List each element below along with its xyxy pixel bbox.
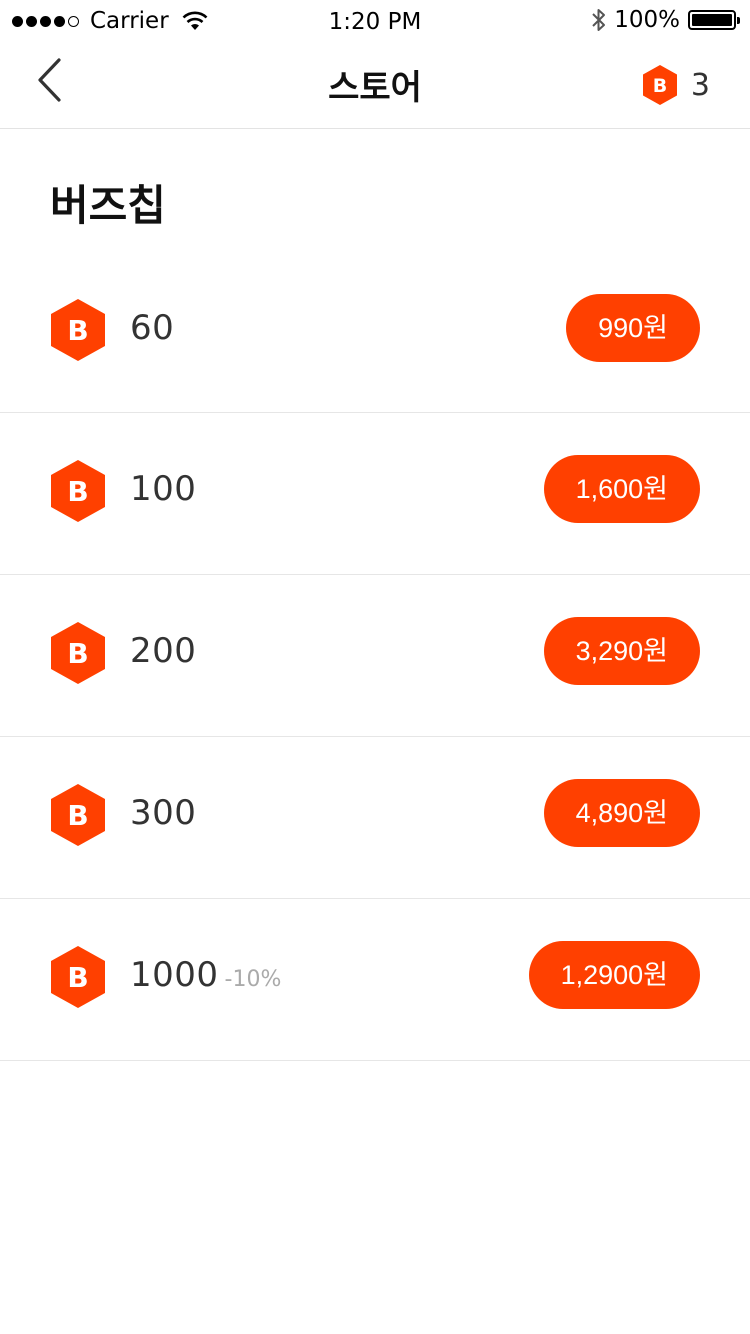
buy-button[interactable]: 3,290원 <box>543 617 700 685</box>
chip-amount-value: 100 <box>130 469 197 509</box>
buy-button[interactable]: 990원 <box>566 294 700 362</box>
chip-amount-value: 300 <box>130 793 197 833</box>
chip-amount-value: 1000 <box>130 955 219 995</box>
battery-icon <box>688 10 740 30</box>
b-hexagon-letter: B <box>653 75 667 97</box>
status-bar: Carrier 1:20 PM 100% <box>0 0 750 40</box>
buy-button[interactable]: 1,2900원 <box>528 941 700 1009</box>
chip-amount: 300 <box>130 793 202 833</box>
b-hexagon-icon: B <box>51 784 105 846</box>
b-hexagon-letter: B <box>67 314 88 347</box>
product-row: B 60 990원 <box>0 252 750 413</box>
chip-balance: B 3 <box>641 64 710 106</box>
b-hexagon-letter: B <box>67 475 88 508</box>
battery-percent: 100% <box>614 7 680 33</box>
page-title: 스토어 <box>328 68 422 108</box>
status-right: 100% <box>590 7 740 33</box>
b-hexagon-icon: B <box>51 946 105 1008</box>
buy-button[interactable]: 4,890원 <box>543 779 700 847</box>
balance-count: 3 <box>690 67 710 103</box>
product-row: B 200 3,290원 <box>0 575 750 737</box>
b-hexagon-icon: B <box>642 65 677 105</box>
product-row: B 100 1,600원 <box>0 413 750 575</box>
chip-amount: 100 <box>130 469 202 509</box>
b-hexagon-letter: B <box>67 637 88 670</box>
chip-amount-value: 200 <box>130 631 197 671</box>
product-row: B 300 4,890원 <box>0 737 750 899</box>
product-row: B 1000 -10% 1,2900원 <box>0 899 750 1061</box>
discount-label: -10% <box>224 967 282 992</box>
chip-amount: 1000 -10% <box>130 955 281 995</box>
bluetooth-icon <box>592 9 606 31</box>
b-hexagon-icon: B <box>51 299 105 361</box>
b-hexagon-icon: B <box>51 622 105 684</box>
chip-amount-value: 60 <box>130 308 175 348</box>
chip-amount: 60 <box>130 308 180 348</box>
chip-amount: 200 <box>130 631 202 671</box>
nav-bar: 스토어 B 3 <box>0 40 750 129</box>
buy-button[interactable]: 1,600원 <box>543 455 700 523</box>
b-hexagon-icon: B <box>51 460 105 522</box>
product-list: B 60 990원 B 100 1,600원 B 200 3,290원 B 30… <box>0 252 750 1061</box>
b-hexagon-letter: B <box>67 961 88 994</box>
section-title: 버즈칩 <box>50 181 166 230</box>
b-hexagon-letter: B <box>67 799 88 832</box>
screen: Carrier 1:20 PM 100% 스토어 B 3 버즈칩 B 60 99… <box>0 0 750 1334</box>
